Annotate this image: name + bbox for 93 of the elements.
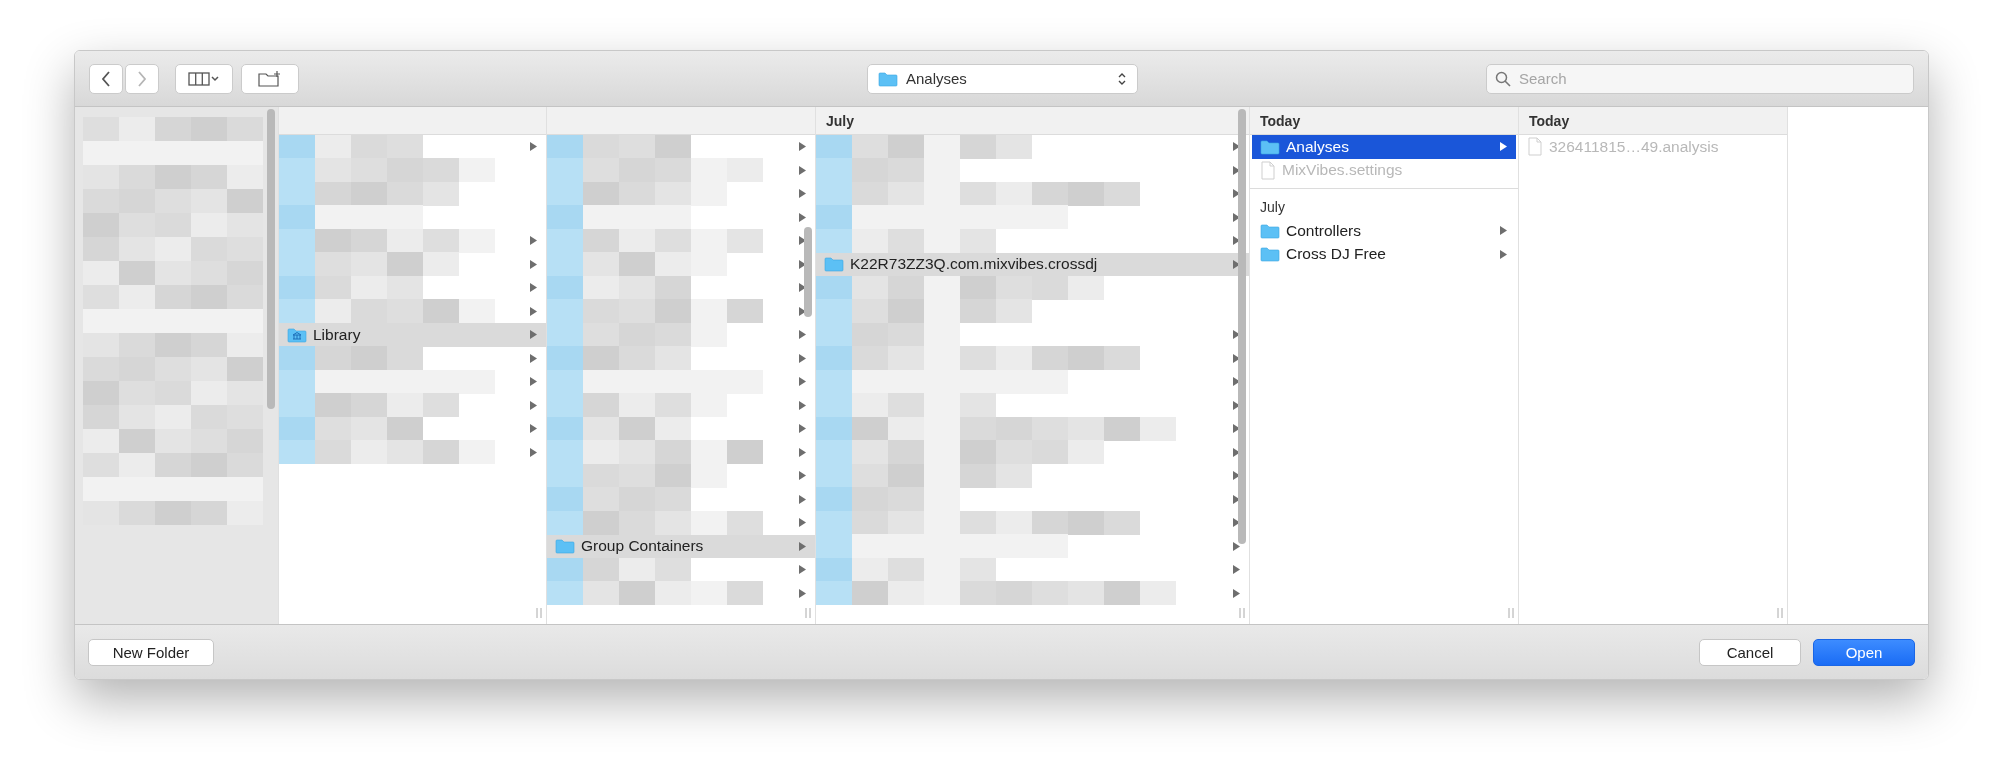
disclosure-arrow-icon[interactable] (798, 399, 807, 411)
chevron-right-icon (137, 70, 147, 87)
disclosure-arrow-icon[interactable] (1232, 164, 1241, 176)
disclosure-arrow-icon[interactable] (798, 188, 807, 200)
disclosure-arrow-icon[interactable] (529, 376, 538, 388)
disclosure-arrow-icon[interactable] (798, 540, 807, 552)
disclosure-arrow-icon[interactable] (798, 446, 807, 458)
disclosure-arrow-icon[interactable] (1499, 225, 1508, 237)
disclosure-arrow-icon[interactable] (1232, 141, 1241, 153)
disclosure-arrow-icon[interactable] (529, 352, 538, 364)
disclosure-arrow-icon[interactable] (529, 329, 538, 341)
disclosure-arrow-icon[interactable] (1232, 258, 1241, 270)
disclosure-arrow-icon[interactable] (798, 235, 807, 247)
open-button[interactable]: Open (1813, 638, 1915, 666)
chevron-left-icon (101, 70, 111, 87)
resize-grip-icon[interactable] (536, 608, 542, 618)
disclosure-arrow-icon[interactable] (1232, 587, 1241, 599)
disclosure-arrow-icon[interactable] (1232, 399, 1241, 411)
folder-row[interactable]: Analyses (1252, 135, 1516, 159)
disclosure-arrow-icon[interactable] (798, 282, 807, 294)
disclosure-arrow-icon[interactable] (798, 470, 807, 482)
folder-icon (1260, 246, 1280, 263)
column-header: July (816, 107, 1249, 135)
disclosure-arrow-icon[interactable] (529, 282, 538, 294)
disclosure-arrow-icon[interactable] (1232, 517, 1241, 529)
search-input[interactable]: Search (1517, 69, 1905, 88)
disclosure-arrow-icon[interactable] (798, 493, 807, 505)
folder-row[interactable]: Cross DJ Free (1252, 242, 1516, 266)
resize-grip-icon[interactable] (1777, 608, 1783, 618)
disclosure-arrow-icon[interactable] (1499, 141, 1508, 153)
disclosure-arrow-icon[interactable] (798, 164, 807, 176)
folder-row[interactable]: Group Containers (547, 534, 815, 558)
disclosure-arrow-icon[interactable] (529, 305, 538, 317)
disclosure-arrow-icon[interactable] (529, 258, 538, 270)
disclosure-arrow-icon[interactable] (798, 423, 807, 435)
folder-plus-icon (258, 69, 282, 88)
location-popup[interactable]: Analyses (867, 63, 1138, 94)
resize-grip-icon[interactable] (805, 608, 811, 618)
disclosure-arrow-icon[interactable] (1232, 188, 1241, 200)
search-icon (1495, 70, 1511, 87)
scrollbar-thumb[interactable] (1238, 109, 1246, 544)
folder-icon (555, 538, 575, 555)
back-button[interactable] (89, 63, 123, 94)
disclosure-arrow-icon[interactable] (529, 399, 538, 411)
disclosure-arrow-icon[interactable] (798, 329, 807, 341)
resize-grip-icon[interactable] (1239, 608, 1245, 618)
disclosure-arrow-icon[interactable] (1232, 352, 1241, 364)
folder-icon (878, 70, 898, 87)
disclosure-arrow-icon[interactable] (1232, 446, 1241, 458)
disclosure-arrow-icon[interactable] (1232, 493, 1241, 505)
resize-grip-icon[interactable] (1508, 608, 1514, 618)
disclosure-arrow-icon[interactable] (1499, 248, 1508, 260)
file-icon (1527, 137, 1543, 157)
columns-view-icon (188, 71, 220, 86)
disclosure-arrow-icon[interactable] (529, 423, 538, 435)
disclosure-arrow-icon[interactable] (798, 352, 807, 364)
disclosure-arrow-icon[interactable] (1232, 470, 1241, 482)
new-folder-icon-button[interactable] (241, 63, 299, 94)
disclosure-arrow-icon[interactable] (529, 235, 538, 247)
new-folder-button[interactable]: New Folder (88, 638, 214, 666)
library-folder-icon (287, 326, 307, 343)
disclosure-arrow-icon[interactable] (1232, 211, 1241, 223)
disclosure-arrow-icon[interactable] (798, 587, 807, 599)
folder-row[interactable]: K22R73ZZ3Q.com.mixvibes.crossdj (816, 252, 1249, 276)
disclosure-arrow-icon[interactable] (798, 141, 807, 153)
disclosure-arrow-icon[interactable] (1232, 540, 1241, 552)
disclosure-arrow-icon[interactable] (1232, 423, 1241, 435)
disclosure-arrow-icon[interactable] (529, 141, 538, 153)
disclosure-arrow-icon[interactable] (529, 446, 538, 458)
column-header: Today (1250, 107, 1518, 135)
disclosure-arrow-icon[interactable] (798, 305, 807, 317)
scrollbar-thumb[interactable] (804, 227, 812, 317)
disclosure-arrow-icon[interactable] (798, 517, 807, 529)
cancel-button[interactable]: Cancel (1699, 638, 1801, 666)
folder-row[interactable]: Controllers (1252, 219, 1516, 243)
disclosure-arrow-icon[interactable] (798, 258, 807, 270)
file-icon (1260, 160, 1276, 180)
disclosure-arrow-icon[interactable] (1232, 564, 1241, 576)
folder-icon (1260, 222, 1280, 239)
disclosure-arrow-icon[interactable] (1232, 329, 1241, 341)
folder-icon (824, 256, 844, 273)
disclosure-arrow-icon[interactable] (1232, 235, 1241, 247)
scrollbar-thumb[interactable] (267, 109, 275, 409)
disclosure-arrow-icon[interactable] (798, 564, 807, 576)
disclosure-arrow-icon[interactable] (1232, 376, 1241, 388)
section-label: July (1250, 188, 1518, 219)
disclosure-arrow-icon[interactable] (798, 376, 807, 388)
folder-icon (1260, 138, 1280, 155)
column-header: Today (1519, 107, 1787, 135)
disclosure-arrow-icon[interactable] (798, 211, 807, 223)
view-menu-button[interactable] (175, 63, 233, 94)
search-field[interactable]: Search (1486, 63, 1914, 94)
folder-row[interactable]: Library (279, 323, 546, 347)
